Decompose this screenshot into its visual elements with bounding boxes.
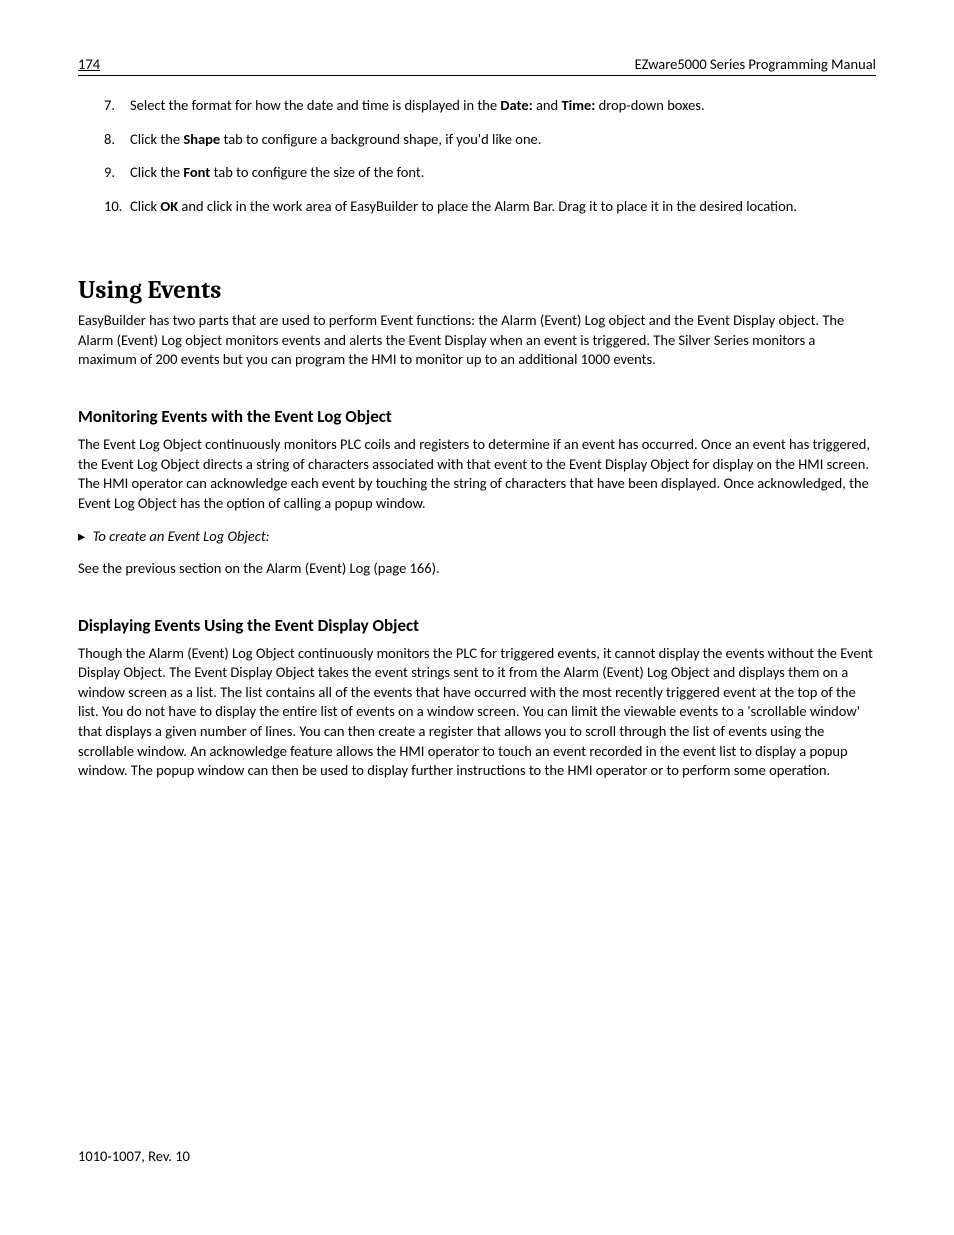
plain-text: drop-down boxes. <box>595 96 704 114</box>
step-item: 10.Click OK and click in the work area o… <box>104 197 876 217</box>
bold-text: Date: <box>500 96 532 114</box>
page-number: 174 <box>78 55 100 73</box>
howto-reference: See the previous section on the Alarm (E… <box>78 559 876 579</box>
section-heading-using-events: Using Events <box>78 276 876 305</box>
plain-text: Click <box>130 197 160 215</box>
displaying-paragraph: Though the Alarm (Event) Log Object cont… <box>78 644 876 781</box>
step-marker: 7. <box>104 96 130 116</box>
step-marker: 9. <box>104 163 130 183</box>
page-header: 174 EZware5000 Series Programming Manual <box>78 55 876 76</box>
howto-text: To create an Event Log Object: <box>93 527 270 545</box>
plain-text: Click the <box>130 130 183 148</box>
numbered-steps: 7.Select the format for how the date and… <box>104 96 876 216</box>
plain-text: Click the <box>130 163 183 181</box>
manual-title: EZware5000 Series Programming Manual <box>635 55 876 73</box>
intro-paragraph: EasyBuilder has two parts that are used … <box>78 311 876 370</box>
plain-text: tab to configure the size of the font. <box>210 163 424 181</box>
step-content: Select the format for how the date and t… <box>130 96 876 116</box>
bold-text: OK <box>160 197 178 215</box>
step-item: 7.Select the format for how the date and… <box>104 96 876 116</box>
step-item: 8.Click the Shape tab to configure a bac… <box>104 130 876 150</box>
step-content: Click OK and click in the work area of E… <box>130 197 876 217</box>
plain-text: tab to configure a background shape, if … <box>220 130 541 148</box>
step-marker: 10. <box>104 197 130 217</box>
step-item: 9.Click the Font tab to configure the si… <box>104 163 876 183</box>
howto-line: ▸ To create an Event Log Object: <box>78 527 876 545</box>
bold-text: Shape <box>183 130 220 148</box>
monitoring-paragraph: The Event Log Object continuously monito… <box>78 435 876 513</box>
document-page: 174 EZware5000 Series Programming Manual… <box>0 0 954 1235</box>
plain-text: Select the format for how the date and t… <box>130 96 500 114</box>
arrow-icon: ▸ <box>78 527 85 545</box>
bold-text: Time: <box>561 96 595 114</box>
step-content: Click the Font tab to configure the size… <box>130 163 876 183</box>
plain-text: and click in the work area of EasyBuilde… <box>178 197 797 215</box>
subheading-displaying: Displaying Events Using the Event Displa… <box>78 615 876 636</box>
step-content: Click the Shape tab to configure a backg… <box>130 130 876 150</box>
plain-text: and <box>533 96 562 114</box>
step-marker: 8. <box>104 130 130 150</box>
subheading-monitoring: Monitoring Events with the Event Log Obj… <box>78 406 876 427</box>
bold-text: Font <box>183 163 210 181</box>
page-footer: 1010-1007, Rev. 10 <box>78 1147 190 1165</box>
